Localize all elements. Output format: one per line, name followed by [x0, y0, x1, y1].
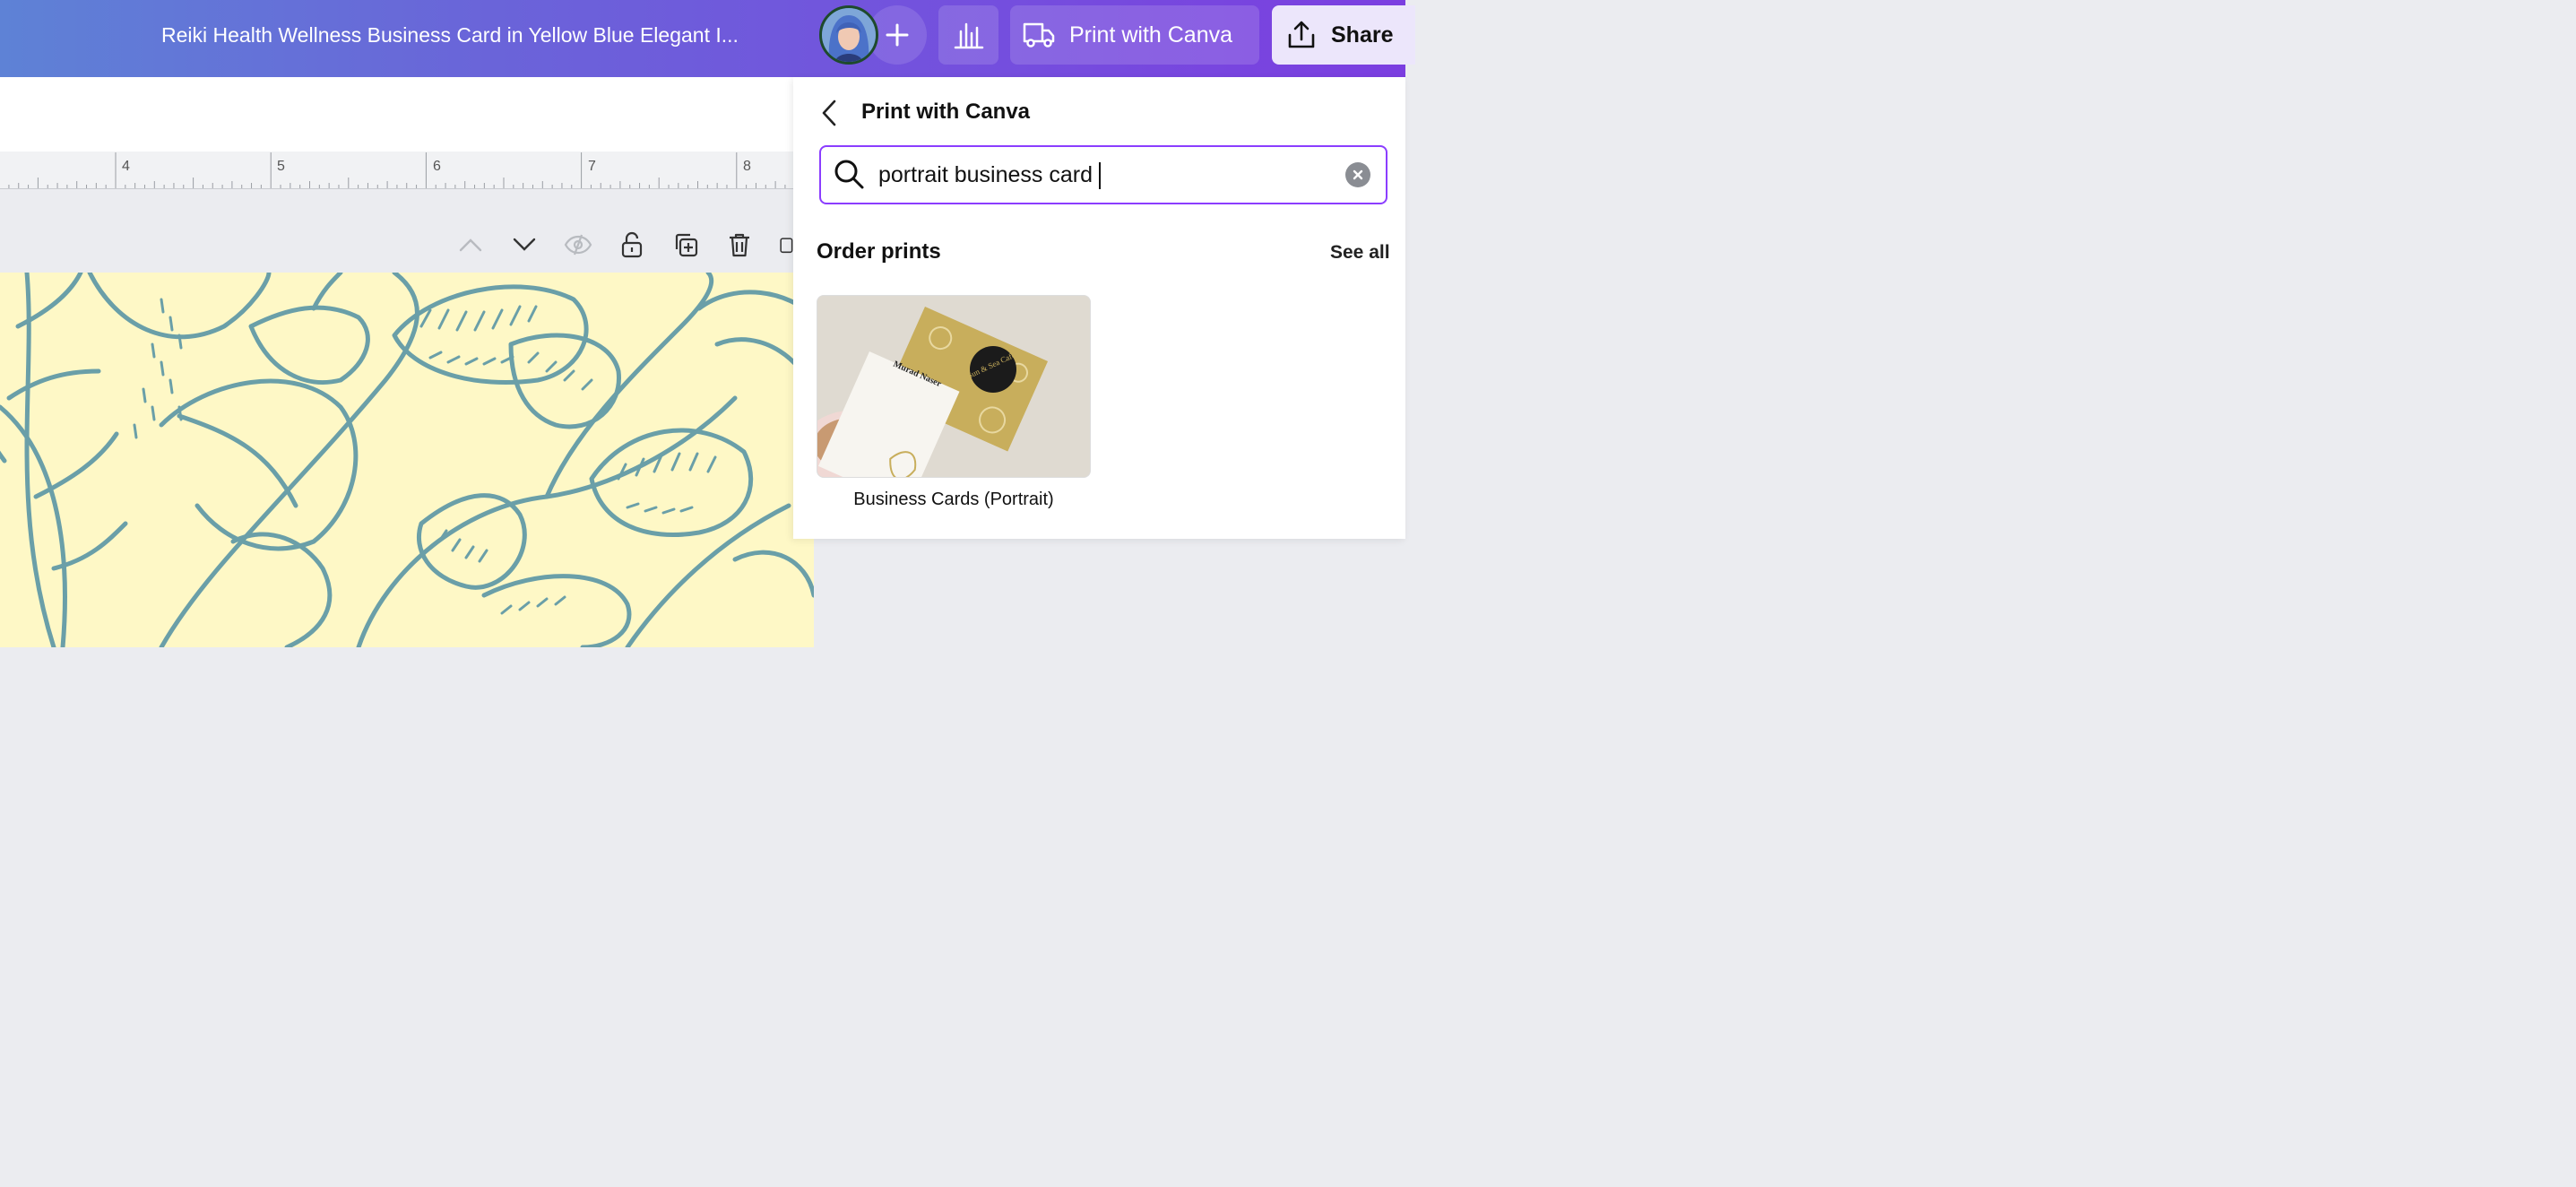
- share-button[interactable]: Share: [1272, 5, 1415, 65]
- ruler-ticks: [8, 152, 786, 188]
- avatar[interactable]: [819, 5, 878, 65]
- add-page-icon: [780, 238, 793, 254]
- chevron-down-icon: [513, 238, 536, 251]
- product-preview-image: Sun & Sea Cafe Murad Naser: [817, 296, 1090, 477]
- bar-chart-icon: [954, 22, 983, 49]
- document-title[interactable]: Reiki Health Wellness Business Card in Y…: [161, 20, 739, 50]
- order-prints-heading: Order prints: [817, 239, 941, 264]
- move-page-up-button[interactable]: [454, 229, 487, 261]
- eye-off-icon: [564, 234, 592, 256]
- avatar-image: [822, 8, 876, 62]
- botanical-line-art: [0, 273, 814, 647]
- back-button[interactable]: [814, 97, 844, 129]
- search-input[interactable]: [878, 160, 1336, 190]
- print-with-canva-button[interactable]: Print with Canva: [1010, 5, 1259, 65]
- duplicate-page-button[interactable]: [670, 229, 702, 261]
- product-tile-business-cards-portrait[interactable]: Sun & Sea Cafe Murad Naser: [817, 295, 1091, 478]
- chevron-left-icon: [822, 100, 836, 126]
- add-page-button[interactable]: [777, 229, 793, 261]
- analytics-button[interactable]: [938, 5, 998, 65]
- chevron-up-icon: [459, 238, 482, 252]
- hide-page-button[interactable]: [562, 229, 594, 261]
- plus-icon: [886, 23, 909, 47]
- horizontal-ruler: [0, 152, 793, 189]
- design-canvas[interactable]: [0, 273, 814, 647]
- upload-icon: [1286, 20, 1317, 50]
- print-button-label: Print with Canva: [1069, 22, 1233, 48]
- product-label[interactable]: Business Cards (Portrait): [817, 490, 1091, 510]
- editor-toolbar: [0, 77, 793, 152]
- clear-search-button[interactable]: [1345, 162, 1370, 187]
- delete-page-button[interactable]: [723, 229, 756, 261]
- see-all-link[interactable]: See all: [1330, 242, 1390, 264]
- text-cursor: [1099, 162, 1101, 189]
- ruler-label: 4: [122, 159, 130, 174]
- unlock-icon: [621, 231, 643, 258]
- panel-title: Print with Canva: [861, 100, 1031, 124]
- duplicate-icon: [675, 233, 698, 257]
- ruler-label: 7: [588, 159, 596, 174]
- search-icon: [834, 159, 864, 194]
- close-icon: [1353, 169, 1363, 180]
- ruler-label: 8: [743, 159, 751, 174]
- trash-icon: [730, 233, 749, 257]
- truck-icon: [1023, 22, 1055, 48]
- ruler-label: 5: [277, 159, 285, 174]
- move-page-down-button[interactable]: [508, 229, 540, 261]
- share-button-label: Share: [1331, 22, 1394, 48]
- ruler-label: 6: [433, 159, 441, 174]
- lock-page-button[interactable]: [616, 229, 648, 261]
- top-bar: Reiki Health Wellness Business Card in Y…: [0, 0, 1415, 77]
- workspace-background: [814, 538, 1405, 647]
